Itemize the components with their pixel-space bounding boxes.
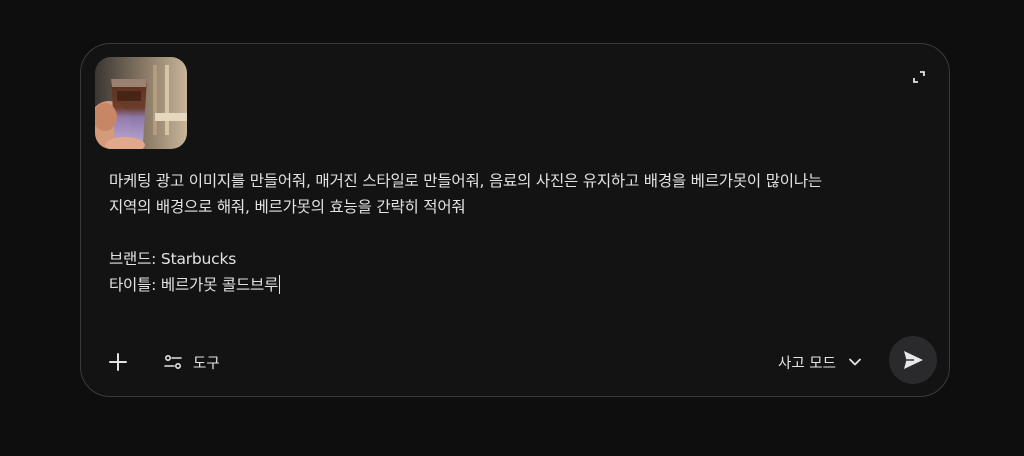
thinking-mode-dropdown[interactable]: 사고 모드 — [778, 350, 862, 374]
prompt-line-last: 타이틀: 베르가못 콜드브루 — [109, 272, 929, 298]
tools-icon — [164, 354, 182, 370]
iced-coffee-photo — [95, 57, 187, 149]
attached-image-thumbnail[interactable] — [95, 57, 187, 149]
expand-icon — [913, 71, 925, 83]
add-attachment-button[interactable] — [107, 351, 129, 373]
prompt-line: 지역의 배경으로 해줘, 베르가못의 효능을 간략히 적어줘 — [109, 198, 466, 216]
prompt-line: 브랜드: Starbucks — [109, 250, 237, 268]
prompt-line: 마케팅 광고 이미지를 만들어줘, 매거진 스타일로 만들어줘, 음료의 사진은… — [109, 172, 822, 190]
tools-label: 도구 — [193, 355, 220, 372]
tools-button[interactable]: 도구 — [163, 350, 220, 374]
send-button[interactable] — [889, 336, 937, 384]
plus-icon — [109, 353, 127, 371]
expand-button[interactable] — [911, 69, 927, 85]
send-icon — [904, 351, 923, 369]
prompt-input[interactable]: 마케팅 광고 이미지를 만들어줘, 매거진 스타일로 만들어줘, 음료의 사진은… — [109, 168, 929, 298]
prompt-blank-line — [109, 220, 929, 246]
prompt-composer[interactable]: 마케팅 광고 이미지를 만들어줘, 매거진 스타일로 만들어줘, 음료의 사진은… — [80, 43, 950, 397]
chevron-down-icon — [849, 358, 861, 366]
prompt-line-text: 타이틀: 베르가못 콜드브루 — [109, 276, 279, 294]
text-caret — [279, 275, 281, 294]
mode-label: 사고 모드 — [778, 355, 836, 372]
